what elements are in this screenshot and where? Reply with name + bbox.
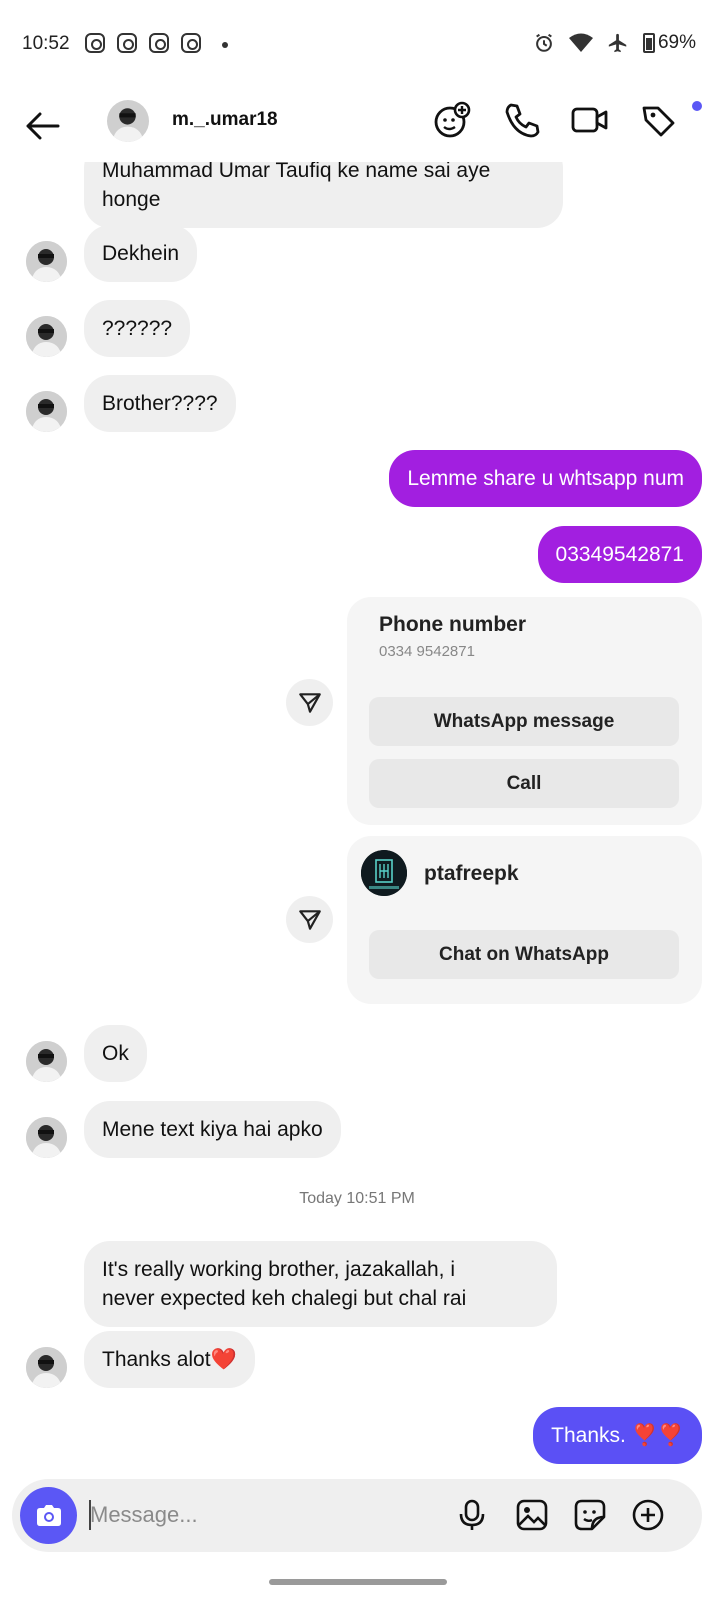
- thread-timestamp: Today 10:51 PM: [299, 1190, 415, 1207]
- incoming-message[interactable]: Ok: [84, 1025, 147, 1082]
- phone-number-card[interactable]: Phone number 0334 9542871 WhatsApp messa…: [347, 597, 702, 825]
- business-contact-card[interactable]: ptafreepk Chat on WhatsApp: [347, 836, 702, 1004]
- card-title: Phone number: [379, 613, 527, 636]
- send-icon: [298, 692, 321, 713]
- tag-label-icon[interactable]: [638, 100, 678, 140]
- incoming-message[interactable]: ??????: [84, 300, 191, 357]
- camera-button[interactable]: [20, 1487, 77, 1544]
- gallery-icon[interactable]: [514, 1497, 550, 1533]
- sender-avatar[interactable]: [26, 1041, 67, 1082]
- microphone-icon[interactable]: [454, 1497, 490, 1533]
- outgoing-message[interactable]: Lemme share u whtsapp num: [389, 450, 702, 507]
- add-sticker-icon[interactable]: [432, 100, 472, 140]
- video-call-icon[interactable]: [570, 100, 610, 140]
- share-button[interactable]: [286, 896, 333, 943]
- phone-call-icon[interactable]: [502, 100, 542, 140]
- back-arrow-icon[interactable]: [22, 106, 62, 146]
- incoming-message[interactable]: Brother????: [84, 375, 236, 432]
- gesture-home-bar[interactable]: [269, 1579, 447, 1585]
- share-button[interactable]: [286, 679, 333, 726]
- add-more-icon[interactable]: [630, 1497, 666, 1533]
- call-button[interactable]: Call: [369, 759, 679, 808]
- sender-avatar[interactable]: [26, 1347, 67, 1388]
- sender-avatar[interactable]: [26, 391, 67, 432]
- chat-on-whatsapp-button[interactable]: Chat on WhatsApp: [369, 930, 679, 979]
- phone-number-value: 0334 9542871: [379, 643, 475, 660]
- sender-avatar[interactable]: [26, 316, 67, 357]
- sender-avatar[interactable]: [26, 241, 67, 282]
- business-logo: [361, 850, 407, 896]
- chat-header: m._.umar18: [0, 90, 714, 162]
- incoming-message[interactable]: Thanks alot❤️: [84, 1331, 255, 1388]
- sticker-icon[interactable]: [572, 1497, 608, 1533]
- contact-avatar[interactable]: [107, 100, 149, 142]
- notification-dot: [692, 101, 702, 111]
- whatsapp-message-button[interactable]: WhatsApp message: [369, 697, 679, 746]
- sender-avatar[interactable]: [26, 1117, 67, 1158]
- incoming-message[interactable]: Dekhein: [84, 225, 198, 282]
- camera-icon: [36, 1504, 61, 1526]
- incoming-message[interactable]: Mene text kiya hai apko: [84, 1101, 341, 1158]
- contact-username[interactable]: m._.umar18: [172, 109, 278, 131]
- message-composer: [12, 1479, 702, 1552]
- message-input[interactable]: [90, 1495, 440, 1535]
- incoming-message[interactable]: It's really working brother, jazakallah,…: [84, 1241, 557, 1327]
- send-icon: [298, 909, 321, 930]
- business-name: ptafreepk: [424, 862, 519, 885]
- outgoing-message[interactable]: Thanks. ❣️❣️: [533, 1407, 702, 1464]
- message-thread[interactable]: Muhammad Umar Taufiq ke name sai aye hon…: [0, 0, 714, 1599]
- outgoing-message[interactable]: 03349542871: [537, 526, 702, 583]
